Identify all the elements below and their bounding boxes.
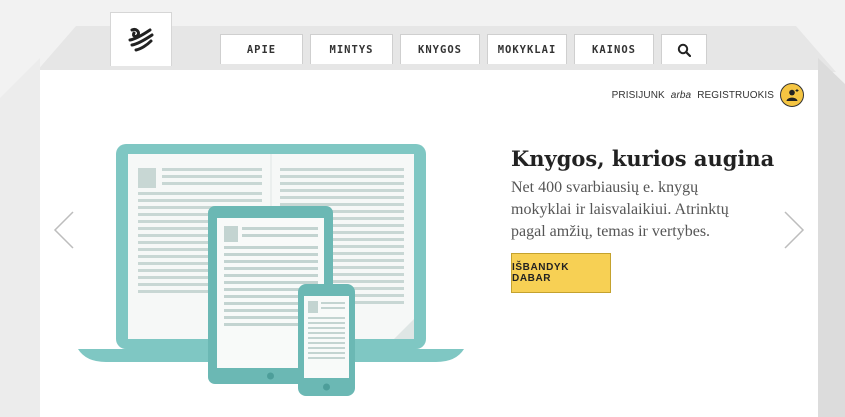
nav-mokyklai[interactable]: MOKYKLAI <box>487 34 567 64</box>
chevron-left-icon[interactable] <box>53 210 75 250</box>
hero-subtitle: Net 400 svarbiausių e. knygų mokyklai ir… <box>511 179 729 240</box>
register-link[interactable]: REGISTRUOKIS <box>697 90 774 101</box>
main-panel: PRISIJUNK arba REGISTRUOKIS Knygos, kuri… <box>40 70 818 417</box>
main-nav: APIE MINTYS KNYGOS MOKYKLAI KAINOS <box>220 34 707 64</box>
chevron-right-icon[interactable] <box>783 210 805 250</box>
search-icon <box>677 43 691 57</box>
user-icon <box>786 89 799 101</box>
nav-apie[interactable]: APIE <box>220 34 303 64</box>
nav-kainos[interactable]: KAINOS <box>574 34 654 64</box>
auth-links: PRISIJUNK arba REGISTRUOKIS <box>612 83 804 107</box>
bird-logo-icon <box>128 27 154 51</box>
logo-tab[interactable] <box>110 12 172 66</box>
devices-illustration <box>78 144 464 396</box>
auth-separator: arba <box>670 89 692 101</box>
try-now-button[interactable]: IŠBANDYK DABAR <box>511 253 611 293</box>
stage-right-wall <box>818 58 845 417</box>
user-avatar-button[interactable] <box>780 83 804 107</box>
nav-mintys[interactable]: MINTYS <box>310 34 393 64</box>
hero-title: Knygos, kurios augina <box>511 146 775 171</box>
login-link[interactable]: PRISIJUNK <box>612 90 665 101</box>
search-button[interactable] <box>661 34 707 64</box>
nav-knygos[interactable]: KNYGOS <box>400 34 480 64</box>
stage-left-wall <box>0 58 40 417</box>
